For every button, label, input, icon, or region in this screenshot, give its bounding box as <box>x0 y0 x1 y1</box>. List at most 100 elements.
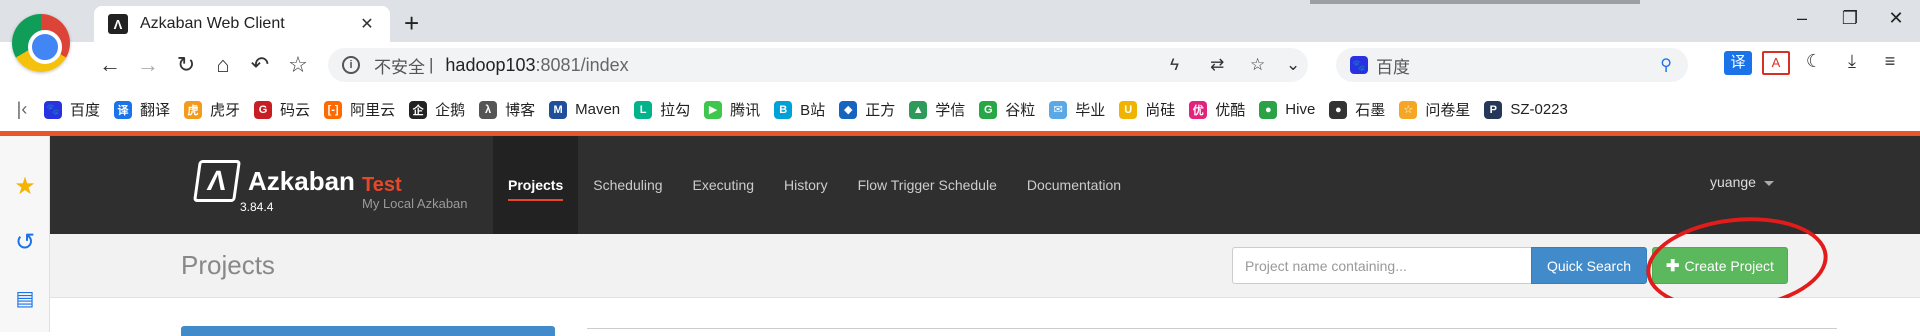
search-engine-box[interactable]: 🐾 百度 ⚲ <box>1336 48 1688 82</box>
bookmark-label: 翻译 <box>140 102 171 119</box>
bookmark-favicon-icon: ● <box>1259 100 1278 119</box>
bookmark-star-icon[interactable]: ☆ <box>283 52 313 78</box>
nav-label: History <box>784 177 828 193</box>
close-window-button[interactable]: ✕ <box>1866 8 1920 29</box>
tab-title: Azkaban Web Client <box>140 15 285 32</box>
pdf-extension-icon[interactable]: A <box>1762 51 1790 75</box>
azkaban-header: Λ Azkaban 3.84.4 Test My Local Azkaban P… <box>50 136 1920 234</box>
sidebar-toggle-icon[interactable]: |‹ <box>0 99 44 120</box>
user-menu[interactable]: yuange <box>1710 174 1774 190</box>
url-text[interactable]: hadoop103:8081/index <box>445 55 628 76</box>
home-icon[interactable]: ⌂ <box>208 52 238 78</box>
translate-icon[interactable]: ⇄ <box>1210 55 1224 75</box>
nav-executing[interactable]: Executing <box>678 136 769 234</box>
bookmark-item[interactable]: ◆ 正方 <box>839 99 895 120</box>
bookmark-item[interactable]: G 谷粒 <box>979 99 1035 120</box>
baidu-paw-icon: 🐾 <box>1350 56 1368 74</box>
bookmark-item[interactable]: λ 博客 <box>479 99 535 120</box>
bookmark-label: 博客 <box>505 102 536 119</box>
bookmark-item[interactable]: 译翻译 <box>114 99 170 120</box>
bookmark-favicon-icon: 企 <box>409 100 428 119</box>
bookmark-item[interactable]: ▲ 学信 <box>909 99 965 120</box>
azkaban-brand[interactable]: Azkaban <box>248 166 355 197</box>
bookmark-favicon-icon: L <box>634 100 653 119</box>
bookmark-label: B站 <box>800 102 826 119</box>
history-icon[interactable]: ↺ <box>10 228 40 258</box>
bookmark-favicon-icon: M <box>549 100 568 119</box>
info-icon[interactable]: i <box>342 56 360 74</box>
bookmark-label: 正方 <box>865 102 896 119</box>
bookmark-item[interactable]: ● 石墨 <box>1329 99 1385 120</box>
nav-history[interactable]: History <box>769 136 843 234</box>
bookmark-item[interactable]: 虎虎牙 <box>184 99 240 120</box>
collections-icon[interactable]: ▤ <box>10 286 40 316</box>
bookmark-label: 码云 <box>280 102 311 119</box>
bookmark-item[interactable]: 企企鹅 <box>409 99 465 120</box>
bookmark-favicon-icon: 虎 <box>184 100 203 119</box>
bookmark-favicon-icon: ● <box>1329 100 1348 119</box>
menu-icon[interactable]: ≡ <box>1876 51 1904 72</box>
bookmark-label: 尚硅 <box>1145 102 1176 119</box>
chevron-down-icon[interactable]: ⌄ <box>1286 55 1300 75</box>
bookmark-label: 虎牙 <box>210 102 241 119</box>
nav-label: Documentation <box>1026 177 1122 193</box>
bookmark-item[interactable]: L 拉勾 <box>634 99 690 120</box>
undo-icon[interactable]: ↶ <box>245 52 275 78</box>
address-bar[interactable]: i 不安全 | hadoop103:8081/index ϟ ⇄ ☆ ⌄ <box>328 48 1308 82</box>
bookmark-item[interactable]: G 码云 <box>254 99 310 120</box>
bookmark-item[interactable]: 🐾 百度 <box>44 99 100 120</box>
browser-titlebar: Λ Azkaban Web Client ✕ + – ❐ ✕ <box>0 0 1920 42</box>
download-icon[interactable]: ⤓ <box>1838 51 1866 72</box>
nav-label: Projects <box>508 177 564 201</box>
url-host: hadoop103 <box>445 54 536 75</box>
bookmark-label: 拉勾 <box>660 102 691 119</box>
bookmark-favicon-icon: [-] <box>324 100 343 119</box>
bookmark-item[interactable]: P SZ-0223 <box>1484 100 1568 119</box>
bookmark-label: 毕业 <box>1075 102 1106 119</box>
nav-projects[interactable]: Projects <box>493 136 579 234</box>
bookmark-item[interactable]: ☆ 问卷星 <box>1399 99 1470 120</box>
nav-documentation[interactable]: Documentation <box>1012 136 1136 234</box>
bookmark-item[interactable]: 优优酷 <box>1189 99 1245 120</box>
chrome-logo-icon <box>12 14 70 72</box>
quick-search-button[interactable]: Quick Search <box>1531 247 1647 284</box>
bookmark-item[interactable]: M Maven <box>549 100 620 119</box>
bookmark-label: SZ-0223 <box>1510 101 1568 118</box>
project-search-input[interactable] <box>1232 247 1532 284</box>
bookmark-favicon-icon: ▲ <box>909 100 928 119</box>
bookmark-favicon-icon: 优 <box>1189 100 1208 119</box>
azkaban-logo-icon[interactable]: Λ <box>193 160 241 202</box>
reload-icon[interactable]: ↻ <box>171 52 201 78</box>
search-icon[interactable]: ⚲ <box>1660 55 1672 75</box>
security-status: 不安全 <box>374 57 425 77</box>
translate-extension-icon[interactable]: 译 <box>1724 51 1752 75</box>
bookmark-item[interactable]: ✉ 毕业 <box>1049 99 1105 120</box>
bookmark-item[interactable]: [-] 阿里云 <box>324 99 395 120</box>
project-list-border <box>587 328 1837 329</box>
bookmark-favicon-icon: U <box>1119 100 1138 119</box>
bookmark-label: 腾讯 <box>730 102 761 119</box>
forward-arrow-icon[interactable]: → <box>133 52 163 78</box>
tab-close-icon[interactable]: ✕ <box>354 14 380 34</box>
environment-description: My Local Azkaban <box>362 196 468 211</box>
bookmark-label: 问卷星 <box>1425 102 1471 119</box>
new-tab-button[interactable]: + <box>404 8 419 39</box>
username: yuange <box>1710 174 1756 190</box>
dark-mode-icon[interactable]: ☾ <box>1800 51 1828 72</box>
browser-toolbar: ← → ↻ ⌂ ↶ ☆ i 不安全 | hadoop103:8081/index… <box>0 42 1920 88</box>
nav-scheduling[interactable]: Scheduling <box>578 136 677 234</box>
nav-label: Scheduling <box>593 177 663 193</box>
bookmark-item[interactable]: B B站 <box>774 99 825 120</box>
caret-down-icon <box>1763 180 1774 186</box>
nav-flow-trigger-schedule[interactable]: Flow Trigger Schedule <box>843 136 1012 234</box>
security-separator: | <box>429 55 434 74</box>
bookmark-item[interactable]: ● Hive <box>1259 100 1315 119</box>
lightning-icon[interactable]: ϟ <box>1170 55 1179 75</box>
bookmark-item[interactable]: ▶ 腾讯 <box>704 99 760 120</box>
star-icon[interactable]: ☆ <box>1250 55 1265 75</box>
bookmark-favicon-icon: 🐾 <box>44 100 62 119</box>
browser-tab[interactable]: Λ Azkaban Web Client ✕ <box>94 6 390 42</box>
favorites-star-icon[interactable]: ★ <box>10 172 40 202</box>
bookmark-item[interactable]: U 尚硅 <box>1119 99 1175 120</box>
back-arrow-icon[interactable]: ← <box>95 52 125 78</box>
